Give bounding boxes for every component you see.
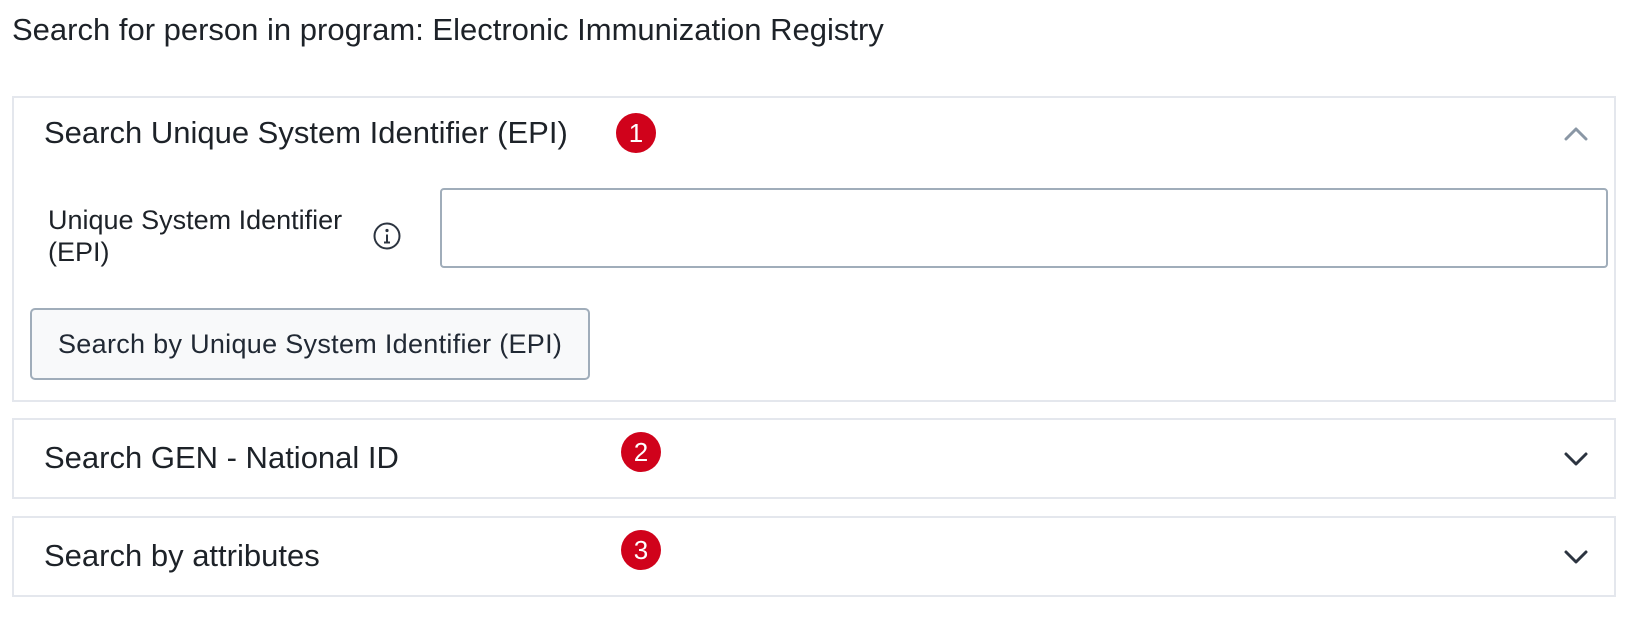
section-header-unique-system-identifier[interactable]: Search Unique System Identifier (EPI) 1: [30, 98, 1614, 174]
step-badge: 3: [621, 530, 661, 570]
section-national-id: Search GEN - National ID 2: [12, 418, 1616, 499]
info-icon[interactable]: [371, 220, 403, 252]
step-badge: 1: [616, 113, 656, 153]
section-title: Search by attributes: [44, 538, 320, 573]
chevron-up-icon[interactable]: [1560, 118, 1592, 150]
chevron-down-icon[interactable]: [1560, 541, 1592, 573]
step-badge: 2: [621, 432, 661, 472]
section-unique-system-identifier: Search Unique System Identifier (EPI) 1 …: [12, 96, 1616, 402]
unique-system-identifier-input[interactable]: [440, 188, 1608, 268]
section-search-by-attributes: Search by attributes 3: [12, 516, 1616, 597]
section-title: Search GEN - National ID: [44, 440, 399, 475]
page-title: Search for person in program: Electronic…: [12, 12, 884, 47]
unique-system-identifier-label: Unique System Identifier (EPI): [48, 205, 343, 267]
chevron-down-icon[interactable]: [1560, 443, 1592, 475]
section-header-national-id[interactable]: Search GEN - National ID 2: [30, 420, 1614, 496]
section-title: Search Unique System Identifier (EPI): [44, 115, 568, 150]
search-by-unique-system-identifier-button[interactable]: Search by Unique System Identifier (EPI): [30, 308, 591, 380]
section-header-search-by-attributes[interactable]: Search by attributes 3: [30, 518, 1614, 594]
